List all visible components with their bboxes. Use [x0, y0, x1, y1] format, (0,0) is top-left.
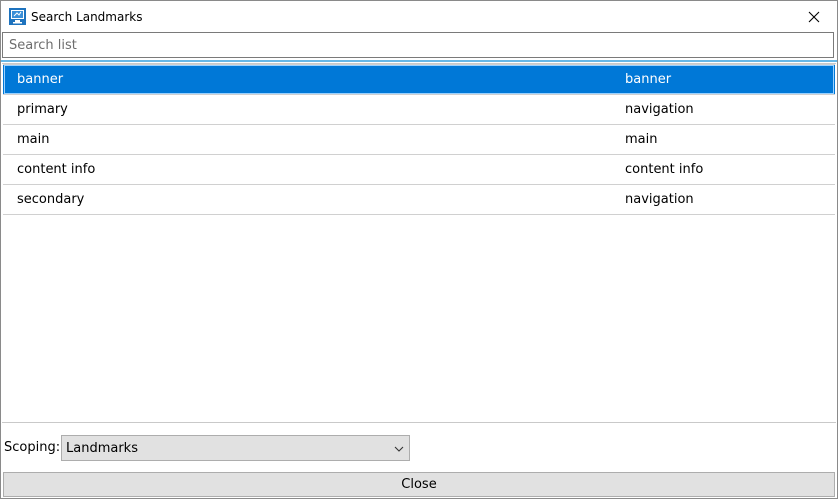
- landmark-name: secondary: [17, 192, 85, 207]
- scoping-selected-value: Landmarks: [66, 441, 138, 456]
- landmark-name: content info: [17, 162, 96, 177]
- chevron-down-icon: [394, 443, 404, 453]
- search-list-field[interactable]: [2, 32, 834, 58]
- title-bar: Search Landmarks: [1, 1, 837, 32]
- list-item[interactable]: content info content info: [3, 155, 835, 185]
- list-item[interactable]: primary navigation: [3, 95, 835, 125]
- scoping-row: Scoping: Landmarks: [1, 434, 837, 462]
- focus-accent-line: [1, 60, 837, 62]
- list-item[interactable]: banner banner: [3, 64, 835, 95]
- landmark-role: banner: [625, 72, 672, 87]
- close-button[interactable]: Close: [3, 472, 835, 497]
- landmark-role: content info: [625, 162, 704, 177]
- landmark-list[interactable]: banner banner primary navigation main main con…: [2, 63, 836, 423]
- landmark-name: banner: [17, 72, 64, 87]
- close-icon[interactable]: [791, 1, 837, 32]
- search-input[interactable]: [3, 33, 833, 57]
- window-title: Search Landmarks: [31, 10, 143, 24]
- search-landmarks-dialog: Search Landmarks banner banner primary navi…: [0, 0, 838, 499]
- landmark-role: main: [625, 132, 658, 147]
- landmark-name: primary: [17, 102, 68, 117]
- landmark-role: navigation: [625, 102, 694, 117]
- scoping-label: Scoping:: [4, 440, 61, 455]
- list-item[interactable]: secondary navigation: [3, 185, 835, 215]
- landmark-name: main: [17, 132, 50, 147]
- app-icon: [9, 8, 26, 25]
- list-item[interactable]: main main: [3, 125, 835, 155]
- scoping-dropdown[interactable]: Landmarks: [61, 435, 410, 461]
- landmark-role: navigation: [625, 192, 694, 207]
